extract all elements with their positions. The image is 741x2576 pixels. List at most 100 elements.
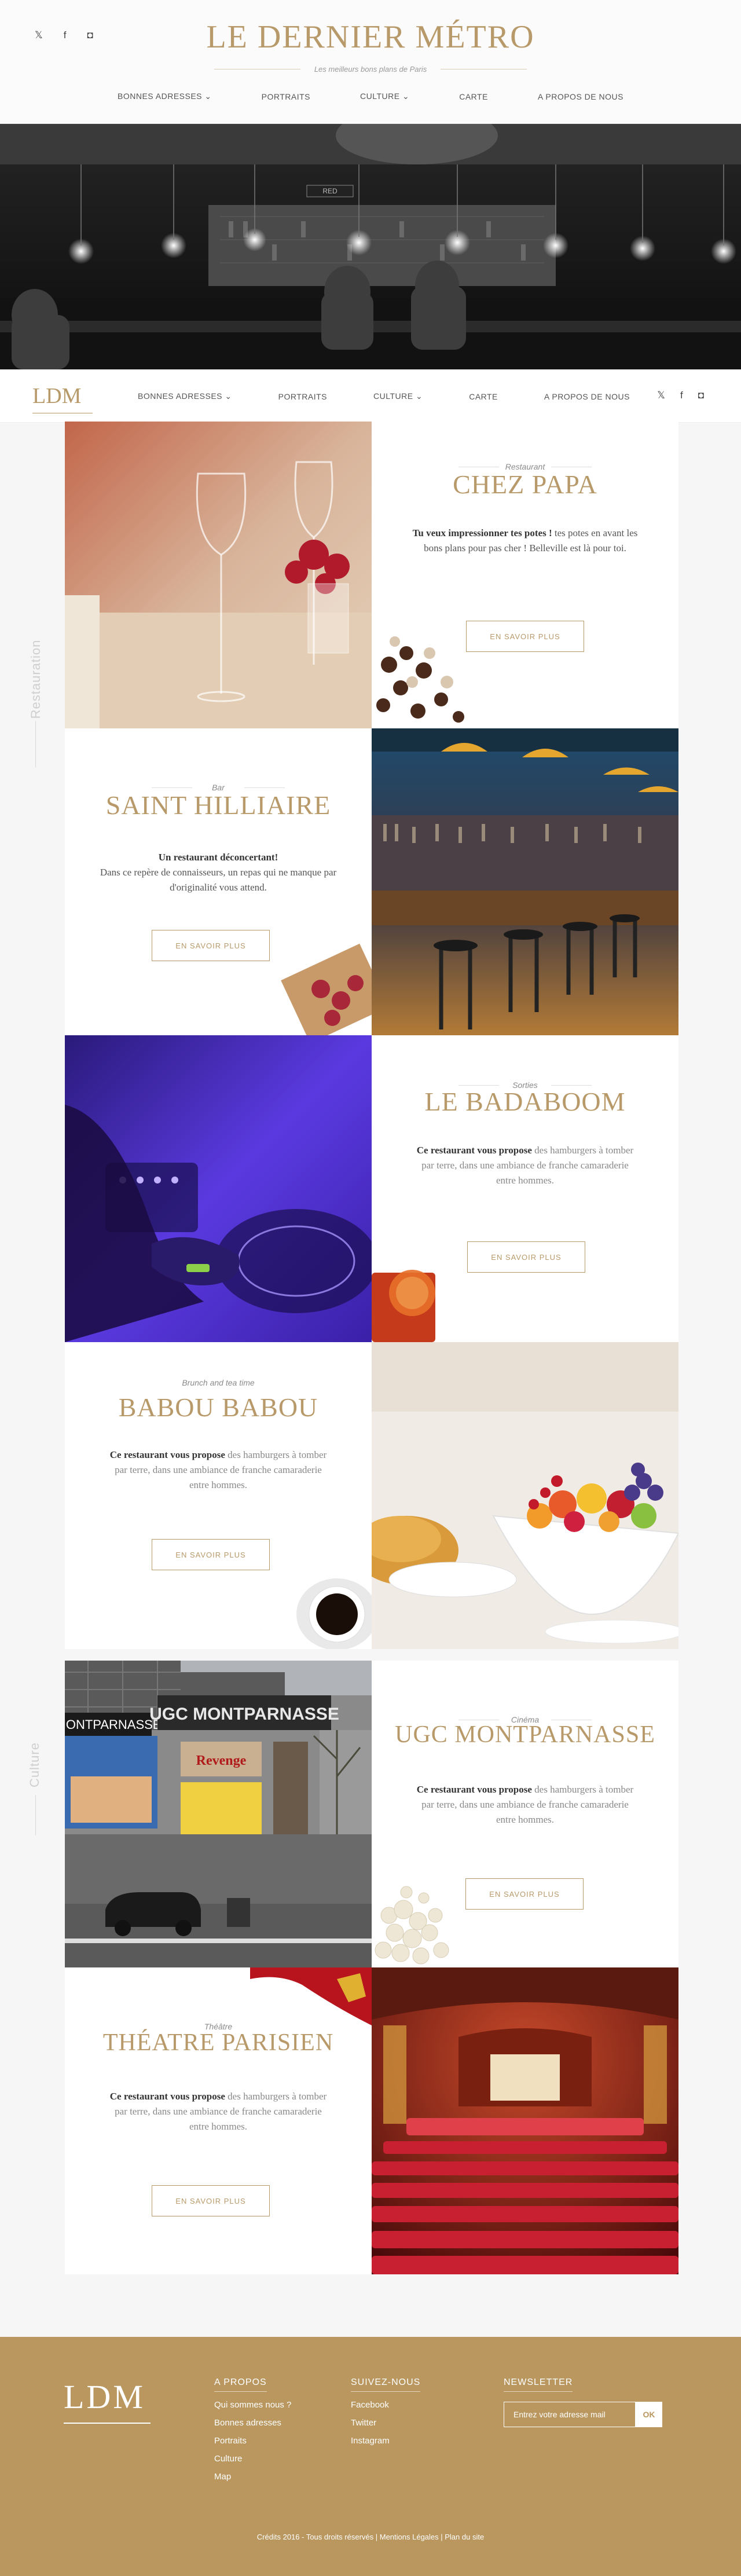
card-babou-babou: Brunch and tea time BABOU BABOU Ce resta… (65, 1342, 372, 1649)
photo-bar-interior (372, 728, 678, 1035)
sticky-nav-carte[interactable]: CARTE (469, 392, 498, 401)
card-title[interactable]: LE BADABOOM (372, 1086, 678, 1117)
hero-sign-text: RED (322, 187, 338, 195)
sticky-social: 𝕏 f ◘ (657, 390, 704, 401)
card-ugc-montparnasse: Cinéma UGC MONTPARNASSE Ce restaurant vo… (372, 1661, 678, 1967)
footer-heading: SUIVEZ-NOUS (351, 2377, 421, 2392)
sticky-nav-a-propos[interactable]: A PROPOS DE NOUS (544, 392, 630, 401)
footer-link-twitter[interactable]: Twitter (351, 2418, 420, 2428)
chevron-down-icon: ⌄ (415, 391, 423, 401)
site-footer: LDM A PROPOS Qui sommes nous ? Bonnes ad… (0, 2337, 741, 2576)
nav-label: BONNES ADRESSES (138, 391, 222, 401)
footer-logo[interactable]: LDM (64, 2377, 151, 2424)
card-description: Ce restaurant vous propose des hamburger… (105, 1448, 331, 1493)
footer-credits: Crédits 2016 - Tous droits réservés | Me… (256, 2533, 485, 2541)
photo-wine-glasses (65, 422, 372, 728)
card-chez-papa: Restaurant CHEZ PAPA Tu veux impressionn… (372, 422, 678, 728)
footer-suivez: SUIVEZ-NOUS Facebook Twitter Instagram (351, 2377, 421, 2446)
cocktail-decoration (372, 1270, 435, 1342)
theatre-photo (372, 1967, 678, 2274)
card-le-badaboom: Sorties LE BADABOOM Ce restaurant vous p… (372, 1035, 678, 1342)
site-title[interactable]: LE DERNIER MÉTRO (0, 19, 741, 56)
card-theatre-parisien: Théâtre THÉATRE PARISIEN Ce restaurant v… (65, 1967, 372, 2274)
footer-link-instagram[interactable]: Instagram (351, 2436, 420, 2446)
sticky-nav-bonnes-adresses[interactable]: BONNES ADRESSES ⌄ (138, 391, 232, 401)
chevron-down-icon: ⌄ (204, 91, 212, 101)
footer-link[interactable]: Culture (214, 2454, 291, 2464)
card-description: Ce restaurant vous propose des hamburger… (415, 1143, 635, 1188)
newsletter-email-input[interactable] (504, 2402, 636, 2427)
chevron-down-icon: ⌄ (225, 391, 232, 401)
chocolates-decoration (376, 636, 464, 723)
section-label-culture: Culture (27, 1742, 42, 1787)
nav-a-propos[interactable]: A PROPOS DE NOUS (513, 92, 648, 101)
sticky-nav-culture[interactable]: CULTURE ⌄ (373, 391, 423, 401)
main-nav: BONNES ADRESSES ⌄ PORTRAITS CULTURE ⌄ CA… (0, 91, 741, 101)
sign-ugc: UGC MONTPARNASSE (149, 1705, 339, 1724)
nav-portraits[interactable]: PORTRAITS (237, 92, 335, 101)
nav-label: CULTURE (360, 91, 400, 101)
newsletter-ok-button[interactable]: OK (636, 2402, 662, 2427)
nav-label: A PROPOS DE NOUS (537, 91, 623, 101)
sticky-nav-portraits[interactable]: PORTRAITS (278, 392, 327, 401)
bar-photo (372, 728, 678, 1035)
nav-bonnes-adresses[interactable]: BONNES ADRESSES ⌄ (93, 91, 237, 101)
site-header: 𝕏 f ◘ LE DERNIER MÉTRO Les meilleurs bon… (0, 0, 741, 124)
section-line (35, 721, 36, 767)
sign-revenge: Revenge (196, 1753, 247, 1768)
en-savoir-plus-button[interactable]: EN SAVOIR PLUS (152, 930, 270, 961)
coffee-cup-decoration (296, 1578, 372, 1649)
desc-bold: Ce restaurant vous propose (416, 1784, 532, 1795)
desc-bold: Tu veux impressionner tes potes ! (412, 527, 552, 538)
nav-label: BONNES ADRESSES (118, 91, 203, 101)
nav-culture[interactable]: CULTURE ⌄ (335, 91, 434, 101)
section-line (35, 1795, 36, 1835)
footer-apropos: A PROPOS Qui sommes nous ? Bonnes adress… (214, 2377, 291, 2482)
tagline: Les meilleurs bons plans de Paris (314, 65, 427, 74)
nav-label: CARTE (459, 91, 488, 101)
wine-photo (65, 422, 372, 728)
footer-link[interactable]: Qui sommes nous ? (214, 2400, 291, 2410)
sign-montparnasse: MONTPARNASSE (65, 1717, 161, 1732)
photo-theatre-hall (372, 1967, 678, 2274)
card-title[interactable]: SAINT HILLIAIRE (65, 790, 372, 820)
sticky-nav: BONNES ADRESSES ⌄ PORTRAITS CULTURE ⌄ CA… (138, 391, 676, 401)
nav-label: PORTRAITS (261, 91, 311, 101)
en-savoir-plus-button[interactable]: EN SAVOIR PLUS (152, 1539, 270, 1570)
card-title[interactable]: UGC MONTPARNASSE (372, 1721, 678, 1749)
card-title[interactable]: BABOU BABOU (65, 1392, 372, 1423)
footer-heading: NEWSLETTER (504, 2377, 573, 2392)
chevron-down-icon: ⌄ (402, 91, 410, 101)
card-description: Ce restaurant vous propose des hamburger… (415, 1782, 635, 1827)
hero-bar-photo: RED (0, 124, 741, 369)
footer-link[interactable]: Map (214, 2472, 291, 2482)
card-description: Ce restaurant vous propose des hamburger… (105, 2089, 331, 2134)
nav-label: A PROPOS DE NOUS (544, 391, 630, 401)
footer-link[interactable]: Portraits (214, 2436, 291, 2446)
popcorn-decoration (375, 1886, 449, 1965)
footer-link-facebook[interactable]: Facebook (351, 2400, 420, 2410)
facebook-icon[interactable]: f (680, 390, 683, 401)
photo-dj-decks (65, 1035, 372, 1342)
sticky-logo[interactable]: LDM (32, 383, 93, 413)
photo-ugc-cinema: MONTPARNASSE UGC MONTPARNASSE Revenge (65, 1661, 372, 1967)
hero-image: RED (0, 124, 741, 369)
footer-newsletter: NEWSLETTER (504, 2377, 573, 2392)
footer-heading: A PROPOS (214, 2377, 267, 2392)
en-savoir-plus-button[interactable]: EN SAVOIR PLUS (152, 2185, 270, 2216)
en-savoir-plus-button[interactable]: EN SAVOIR PLUS (467, 1241, 585, 1273)
twitter-icon[interactable]: 𝕏 (657, 390, 665, 401)
card-title[interactable]: CHEZ PAPA (372, 469, 678, 500)
divider (244, 787, 285, 788)
tagline-row: Les meilleurs bons plans de Paris (214, 65, 527, 74)
nav-label: PORTRAITS (278, 391, 327, 401)
footer-link[interactable]: Bonnes adresses (214, 2418, 291, 2428)
divider (551, 1085, 592, 1086)
instagram-icon[interactable]: ◘ (698, 390, 704, 401)
photo-brunch (372, 1342, 678, 1649)
nav-label: CULTURE (373, 391, 413, 401)
card-description: Tu veux impressionner tes potes ! tes po… (412, 526, 638, 556)
desc-rest: Dans ce repère de connaisseurs, un repas… (100, 867, 337, 893)
charcuterie-decoration (281, 943, 372, 1035)
nav-carte[interactable]: CARTE (434, 92, 513, 101)
